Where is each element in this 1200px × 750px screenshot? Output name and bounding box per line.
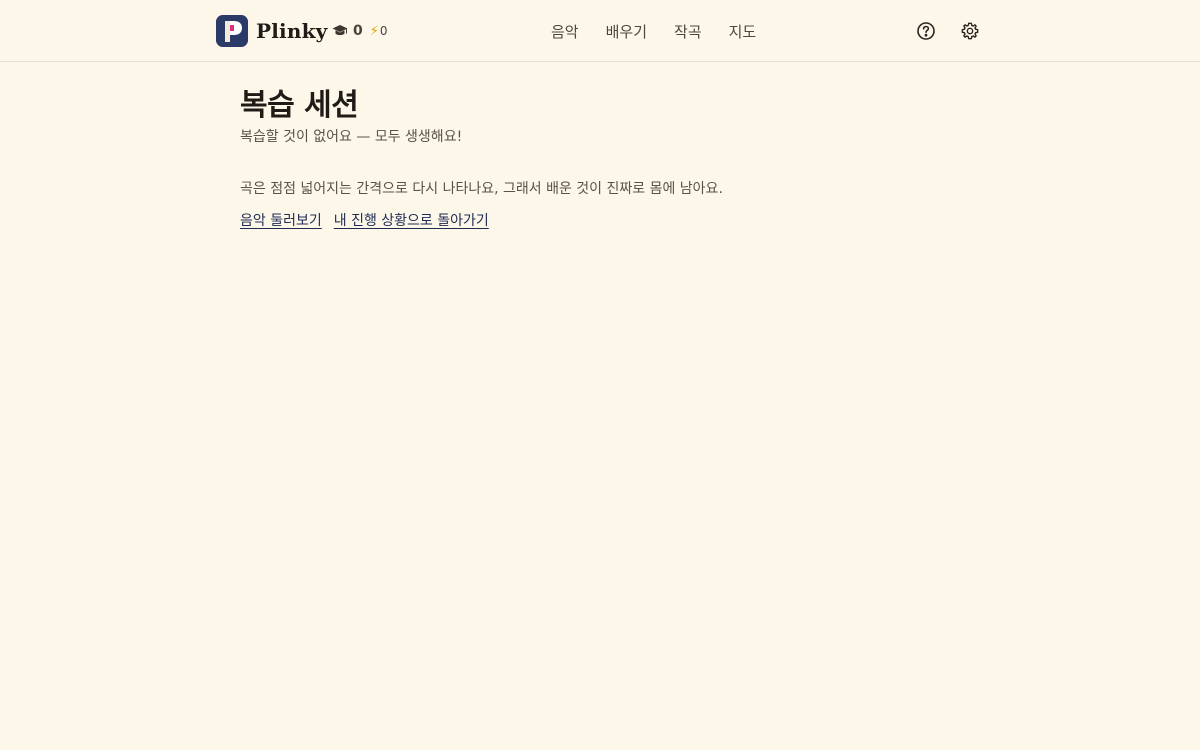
review-session-content: 복습 세션 복습할 것이 없어요 — 모두 생생해요! 곡은 점점 넓어지는 간… — [240, 86, 980, 232]
browse-music-link[interactable]: 음악 둘러보기 — [240, 210, 322, 232]
help-button[interactable] — [916, 21, 936, 41]
help-circle-icon — [917, 22, 935, 40]
back-to-progress-link[interactable]: 내 진행 상황으로 돌아가기 — [334, 210, 489, 232]
plinky-logo-icon — [216, 15, 248, 47]
gear-icon — [961, 22, 979, 40]
brand-home-link[interactable]: Plinky — [216, 15, 327, 47]
bolt-count: 0 — [379, 24, 388, 38]
graduation-cap-icon — [332, 25, 348, 36]
top-navigation-bar: Plinky 0 ⚡ 0 음악 배우기 작곡 지도 — [0, 0, 1200, 62]
bolt-stat: ⚡ 0 — [370, 24, 388, 39]
spaced-repetition-explanation: 곡은 점점 넓어지는 간격으로 다시 나타나요, 그래서 배운 것이 진짜로 몸… — [240, 181, 723, 197]
main-nav: 음악 배우기 작곡 지도 — [551, 20, 756, 42]
nav-item-music[interactable]: 음악 — [551, 21, 579, 42]
nav-item-learn[interactable]: 배우기 — [606, 21, 647, 42]
lightning-bolt-icon: ⚡ — [369, 23, 379, 39]
page-title: 복습 세션 — [240, 88, 359, 123]
action-links: 음악 둘러보기 내 진행 상황으로 돌아가기 — [240, 210, 980, 232]
graduated-count: 0 — [353, 23, 363, 39]
brand-name: Plinky — [256, 19, 328, 43]
progress-stats: 0 ⚡ 0 — [332, 21, 388, 41]
nav-item-map[interactable]: 지도 — [729, 21, 757, 42]
graduated-stat: 0 — [332, 23, 363, 39]
settings-button[interactable] — [960, 21, 980, 41]
empty-state-subtitle: 복습할 것이 없어요 — 모두 생생해요! — [240, 129, 463, 145]
nav-item-compose[interactable]: 작곡 — [674, 21, 702, 42]
